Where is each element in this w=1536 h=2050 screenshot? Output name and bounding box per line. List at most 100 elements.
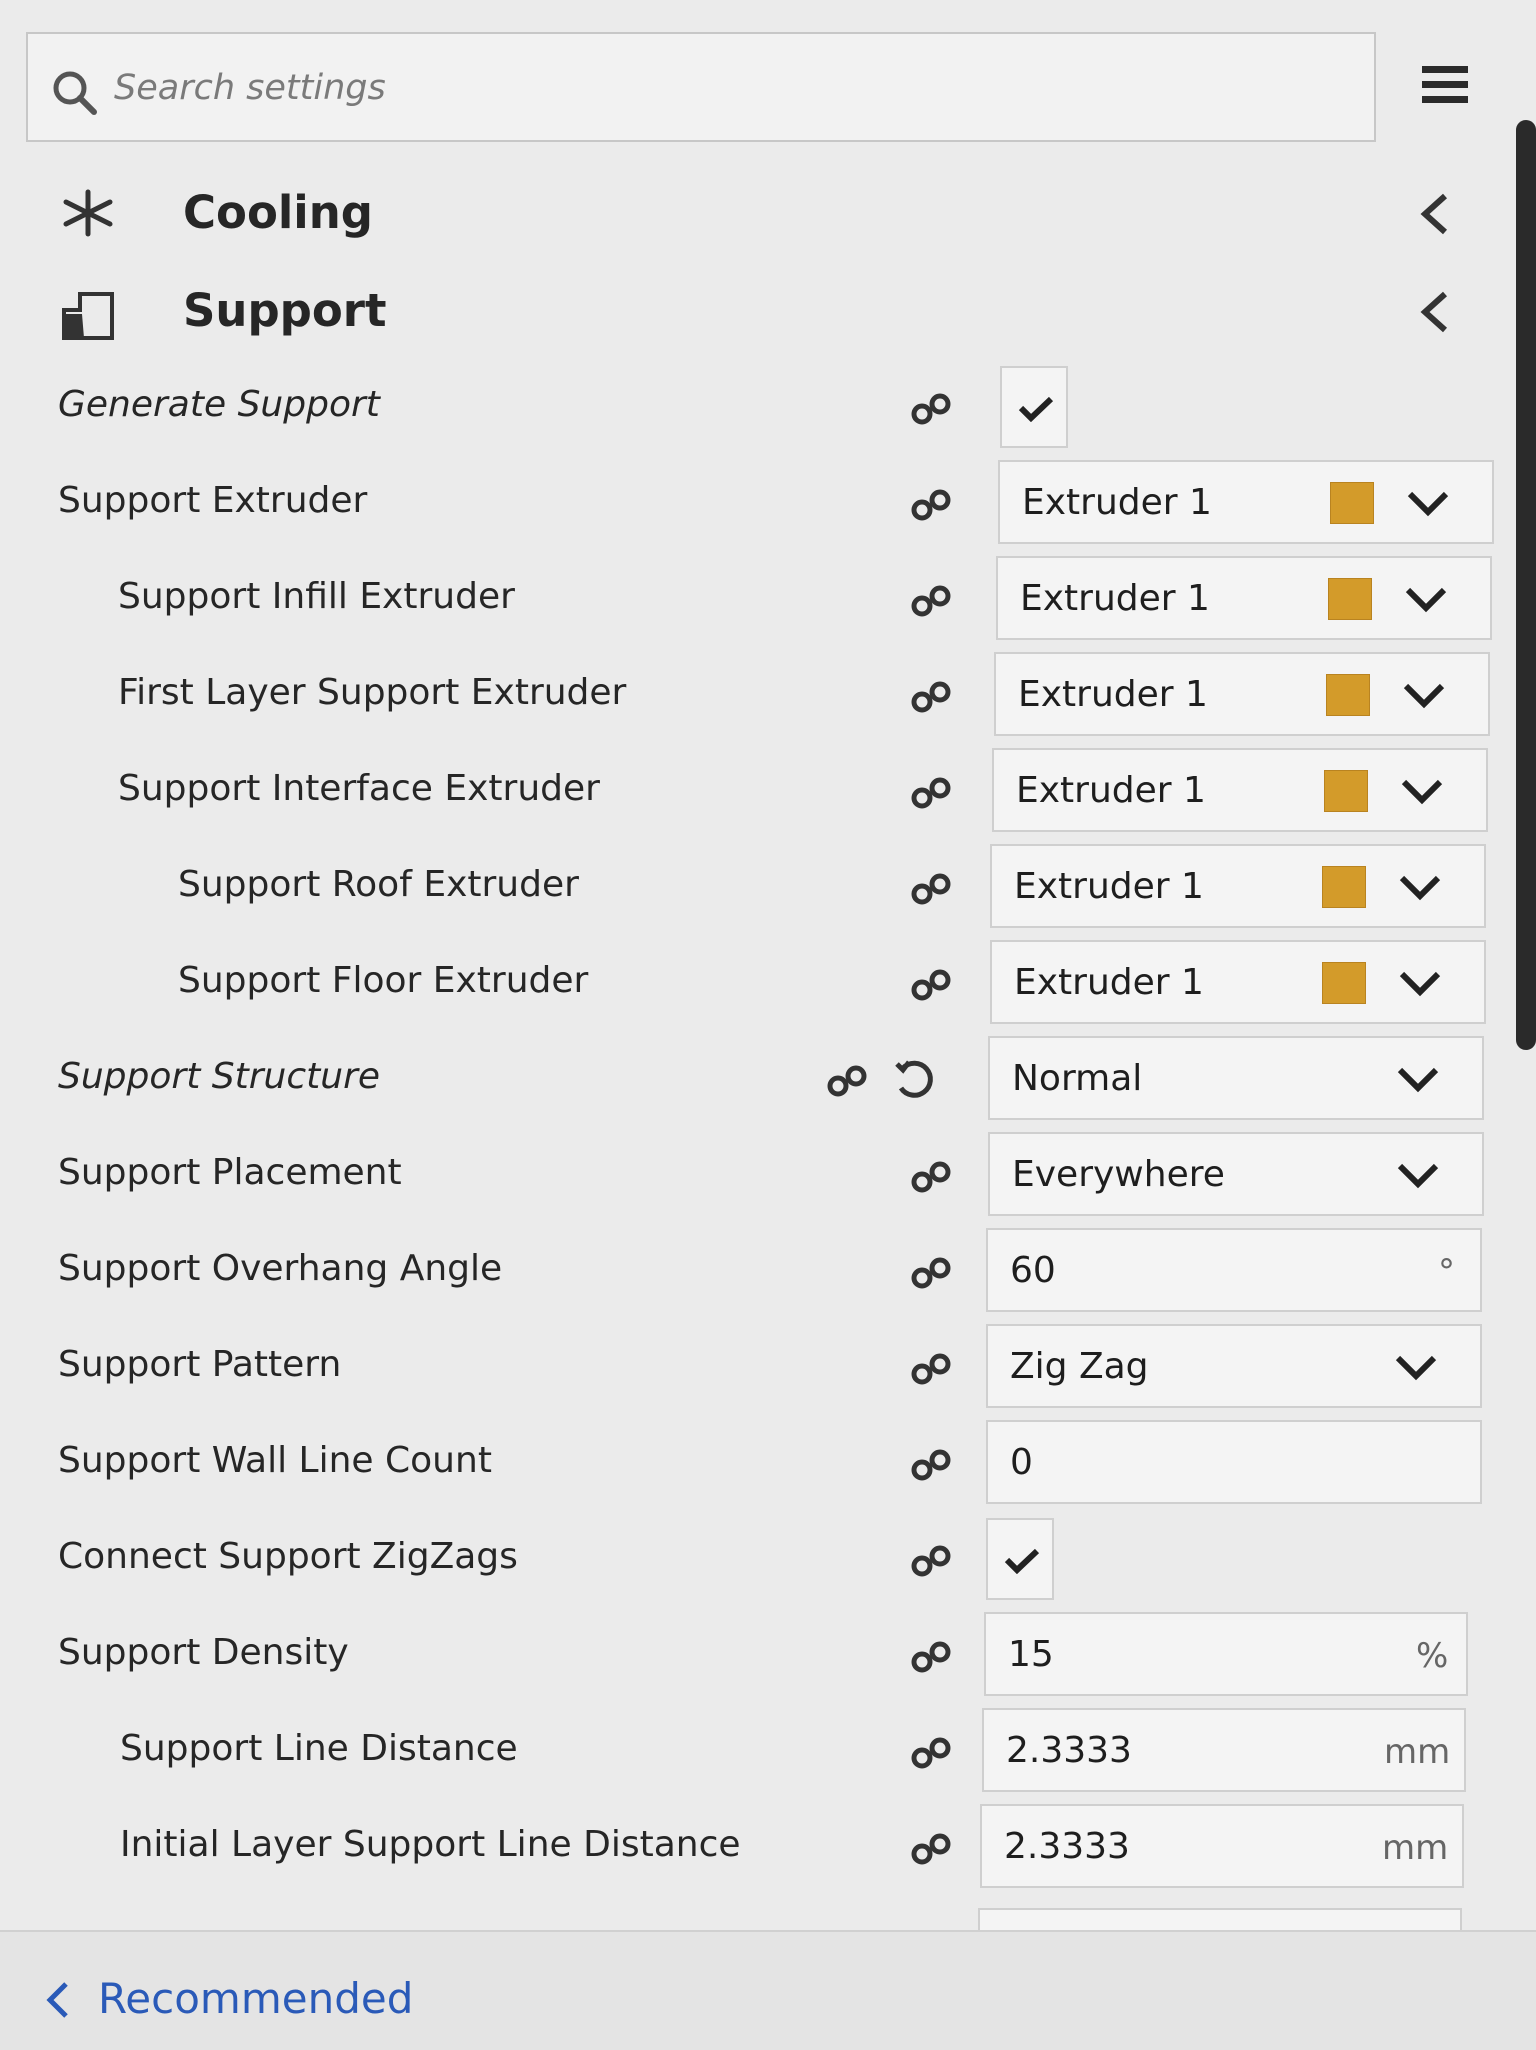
link-icon[interactable] (910, 392, 954, 426)
dropdown-value: Zig Zag (1010, 1346, 1149, 1387)
link-icon[interactable] (910, 1832, 954, 1866)
hamburger-menu-icon[interactable] (1422, 66, 1468, 110)
generate-support-checkbox[interactable] (1000, 366, 1068, 448)
connect-support-zigzags-checkbox[interactable] (986, 1518, 1054, 1600)
link-icon[interactable] (910, 584, 954, 618)
search-icon (53, 71, 97, 115)
link-icon[interactable] (910, 1544, 954, 1578)
fan-icon (63, 189, 113, 237)
setting-label: Support Interface Extruder (118, 768, 600, 809)
setting-label: Support Floor Extruder (178, 960, 589, 1001)
chevron-left-icon[interactable] (1417, 290, 1451, 334)
support-density-field[interactable]: 15 % (984, 1612, 1468, 1696)
extruder-color-swatch (1322, 962, 1366, 1004)
setting-row: Generate Support (0, 358, 1536, 454)
setting-row: Support Floor Extruder Extruder 1 (0, 934, 1536, 1030)
support-line-distance-field[interactable]: 2.3333 mm (982, 1708, 1466, 1792)
setting-row: Support Structure Normal (0, 1030, 1536, 1126)
dropdown-value: Everywhere (1012, 1154, 1225, 1195)
link-icon[interactable] (910, 872, 954, 906)
support-extruder-dropdown[interactable]: Extruder 1 (998, 460, 1494, 544)
category-support[interactable]: Support (0, 270, 1536, 350)
check-icon (1004, 1548, 1040, 1574)
setting-label: Support Infill Extruder (118, 576, 515, 617)
link-icon[interactable] (910, 776, 954, 810)
support-wall-line-count-field[interactable]: 0 (986, 1420, 1482, 1504)
setting-label: First Layer Support Extruder (118, 672, 627, 713)
setting-row: First Layer Support Extruder Extruder 1 (0, 646, 1536, 742)
partial-field[interactable] (978, 1908, 1462, 1930)
category-label: Support (183, 284, 387, 337)
setting-row: Support Overhang Angle 60 ° (0, 1222, 1536, 1318)
field-value: 60 (1010, 1250, 1056, 1291)
chevron-down-icon (1399, 875, 1441, 901)
extruder-color-swatch (1324, 770, 1368, 812)
support-placement-dropdown[interactable]: Everywhere (988, 1132, 1484, 1216)
partial-setting-row (0, 1900, 1536, 1930)
field-value: 2.3333 (1006, 1730, 1132, 1771)
search-box[interactable] (26, 32, 1376, 142)
dropdown-value: Extruder 1 (1016, 770, 1206, 811)
support-floor-extruder-dropdown[interactable]: Extruder 1 (990, 940, 1486, 1024)
setting-row: Initial Layer Support Line Distance 2.33… (0, 1798, 1536, 1894)
setting-label: Support Roof Extruder (178, 864, 579, 905)
support-structure-dropdown[interactable]: Normal (988, 1036, 1484, 1120)
setting-row: Support Wall Line Count 0 (0, 1414, 1536, 1510)
scrollbar[interactable] (1516, 120, 1536, 1050)
setting-label: Support Pattern (58, 1344, 342, 1385)
chevron-down-icon (1399, 971, 1441, 997)
search-input[interactable] (112, 34, 1316, 142)
setting-label: Support Extruder (58, 480, 368, 521)
link-icon[interactable] (910, 1448, 954, 1482)
chevron-down-icon (1405, 587, 1447, 613)
chevron-down-icon (1403, 683, 1445, 709)
link-icon[interactable] (910, 1640, 954, 1674)
field-value: 0 (1010, 1442, 1033, 1483)
link-icon[interactable] (910, 1736, 954, 1770)
setting-row: Support Density 15 % (0, 1606, 1536, 1702)
setting-label: Support Overhang Angle (58, 1248, 503, 1289)
support-interface-extruder-dropdown[interactable]: Extruder 1 (992, 748, 1488, 832)
setting-label: Connect Support ZigZags (58, 1536, 518, 1577)
chevron-down-icon (1407, 491, 1449, 517)
chevron-left-icon[interactable] (1417, 192, 1451, 236)
initial-layer-support-line-distance-field[interactable]: 2.3333 mm (980, 1804, 1464, 1888)
category-label: Cooling (183, 186, 373, 239)
support-pattern-dropdown[interactable]: Zig Zag (986, 1324, 1482, 1408)
setting-row: Support Placement Everywhere (0, 1126, 1536, 1222)
link-icon[interactable] (910, 1256, 954, 1290)
setting-label: Support Wall Line Count (58, 1440, 492, 1481)
extruder-color-swatch (1322, 866, 1366, 908)
link-icon[interactable] (910, 680, 954, 714)
unit-label: ° (1438, 1252, 1455, 1292)
support-icon (62, 292, 114, 340)
extruder-color-swatch (1330, 482, 1374, 524)
category-cooling[interactable]: Cooling (0, 172, 1536, 252)
link-icon[interactable] (910, 488, 954, 522)
reset-icon[interactable] (893, 1058, 937, 1102)
extruder-color-swatch (1326, 674, 1370, 716)
support-roof-extruder-dropdown[interactable]: Extruder 1 (990, 844, 1486, 928)
dropdown-value: Extruder 1 (1014, 962, 1204, 1003)
setting-row: Support Extruder Extruder 1 (0, 454, 1536, 550)
first-layer-support-extruder-dropdown[interactable]: Extruder 1 (994, 652, 1490, 736)
support-infill-extruder-dropdown[interactable]: Extruder 1 (996, 556, 1492, 640)
field-value: 15 (1008, 1634, 1054, 1675)
dropdown-value: Extruder 1 (1020, 578, 1210, 619)
field-value: 2.3333 (1004, 1826, 1130, 1867)
setting-label: Support Placement (58, 1152, 402, 1193)
link-icon[interactable] (910, 1160, 954, 1194)
extruder-color-swatch (1328, 578, 1372, 620)
bottom-bar: Recommended (0, 1930, 1536, 2050)
dropdown-value: Extruder 1 (1014, 866, 1204, 907)
link-icon[interactable] (826, 1064, 870, 1098)
link-icon[interactable] (910, 968, 954, 1002)
dropdown-value: Normal (1012, 1058, 1143, 1099)
link-icon[interactable] (910, 1352, 954, 1386)
setting-label: Support Structure (58, 1056, 381, 1097)
unit-label: mm (1382, 1828, 1449, 1868)
support-overhang-angle-field[interactable]: 60 ° (986, 1228, 1482, 1312)
setting-label: Support Line Distance (120, 1728, 518, 1769)
setting-row: Connect Support ZigZags (0, 1510, 1536, 1606)
unit-label: mm (1384, 1732, 1451, 1772)
